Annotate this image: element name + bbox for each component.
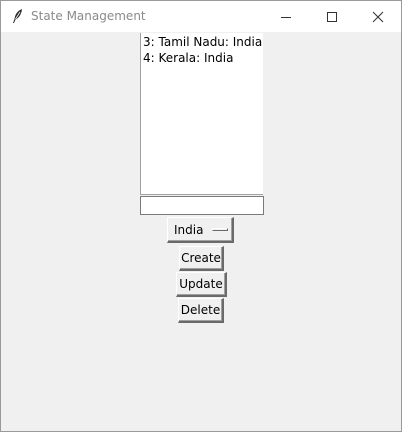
minimize-icon xyxy=(281,16,291,18)
country-selected-value: India xyxy=(174,223,204,237)
list-item[interactable]: 4: Kerala: India xyxy=(143,51,233,65)
list-item[interactable]: 3: Tamil Nadu: India xyxy=(143,35,262,49)
title-bar[interactable]: State Management xyxy=(1,1,401,32)
country-option-menu[interactable]: India xyxy=(167,217,234,243)
maximize-button[interactable] xyxy=(309,1,355,32)
option-menu-indicator-icon xyxy=(212,228,228,231)
maximize-icon xyxy=(327,11,337,22)
state-name-input[interactable] xyxy=(140,196,264,215)
app-window: State Management 3: Tamil Nadu: India 4:… xyxy=(0,0,402,432)
create-button[interactable]: Create xyxy=(179,246,224,271)
delete-button[interactable]: Delete xyxy=(178,298,224,323)
window-title: State Management xyxy=(31,9,146,23)
states-listbox[interactable]: 3: Tamil Nadu: India 4: Kerala: India xyxy=(140,33,263,195)
feather-icon xyxy=(13,9,22,23)
close-button[interactable] xyxy=(355,1,401,32)
update-button[interactable]: Update xyxy=(176,272,227,297)
minimize-button[interactable] xyxy=(263,1,309,32)
close-icon xyxy=(372,11,384,22)
